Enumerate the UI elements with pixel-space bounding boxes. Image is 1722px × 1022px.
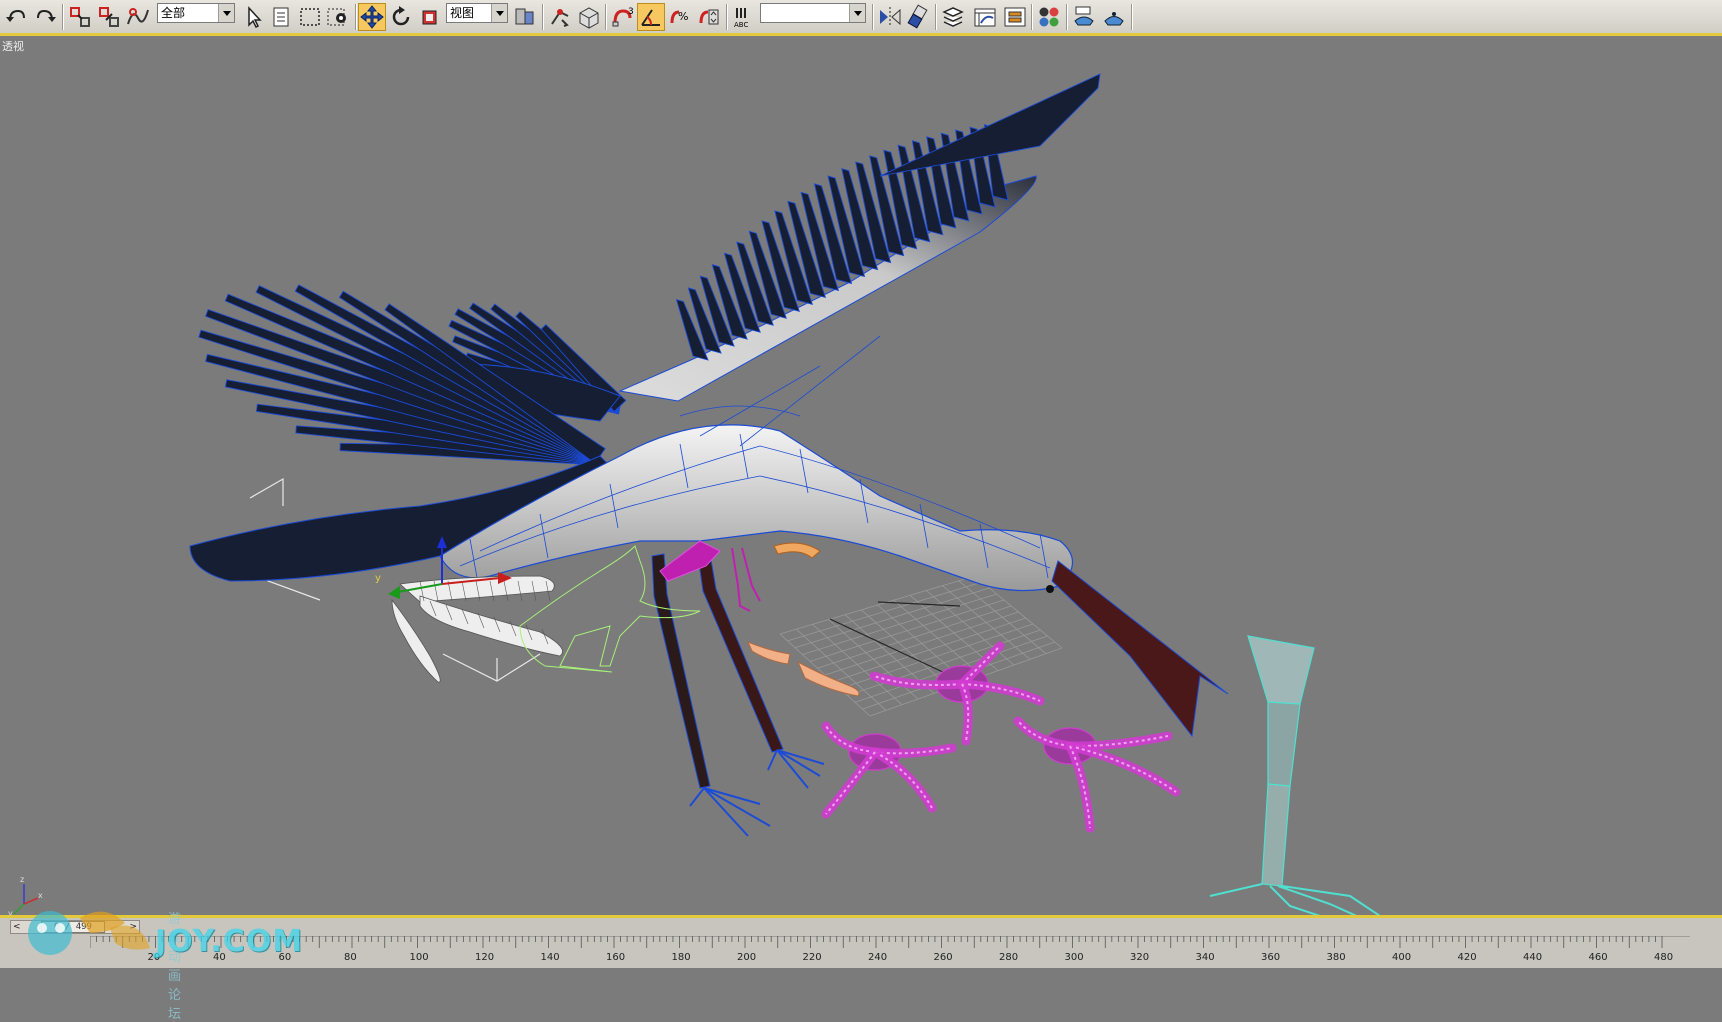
watermark-text: JOY.COM — [155, 924, 304, 959]
chevron-down-icon — [218, 4, 234, 22]
timeline-tick-label: 460 — [1589, 952, 1608, 963]
select-and-rotate-icon[interactable] — [387, 3, 415, 31]
schematic-view-icon[interactable] — [1001, 3, 1029, 31]
reference-coordinate-dropdown[interactable]: 视图 — [446, 3, 508, 23]
svg-text:%: % — [678, 10, 688, 23]
timeline-tick-label: 400 — [1392, 952, 1411, 963]
select-and-move-icon[interactable] — [358, 3, 386, 31]
timeline-tick-label: 260 — [934, 952, 953, 963]
unlink-selection-icon[interactable] — [95, 3, 123, 31]
timeline-tick-label: 160 — [606, 952, 625, 963]
stork-eye — [1046, 585, 1054, 593]
timeline-tick-label: 140 — [541, 952, 560, 963]
redo-icon[interactable] — [31, 3, 59, 31]
select-object-icon[interactable] — [240, 3, 268, 31]
align-icon[interactable] — [905, 3, 933, 31]
angle-snap-toggle-icon[interactable] — [637, 3, 665, 31]
timeline-tick-label: 180 — [672, 952, 691, 963]
timeline-tick-label: 300 — [1065, 952, 1084, 963]
timeline-tick-label: 100 — [410, 952, 429, 963]
stork-beak — [1051, 560, 1229, 738]
stork-legs — [651, 553, 825, 837]
timeline-tick-label: 420 — [1458, 952, 1477, 963]
render-production-icon[interactable] — [1100, 3, 1128, 31]
timeline-tick-label: 280 — [999, 952, 1018, 963]
svg-text:3: 3 — [628, 7, 634, 17]
render-setup-icon[interactable] — [1070, 3, 1098, 31]
orange-limb-part — [773, 542, 821, 559]
timeline-tick-label: 480 — [1654, 952, 1673, 963]
chevron-down-icon — [491, 4, 507, 22]
select-and-scale-icon[interactable] — [416, 3, 444, 31]
viewport-label[interactable]: 透视 — [2, 38, 24, 54]
timeline-tick-label: 440 — [1523, 952, 1542, 963]
svg-text:z: z — [20, 875, 24, 884]
perspective-viewport[interactable]: y z x y 透视 — [0, 36, 1722, 915]
main-toolbar: 全部 视图 3 % ABC — [0, 0, 1722, 36]
material-editor-icon[interactable] — [1035, 3, 1063, 31]
keyboard-shortcut-override-icon[interactable] — [575, 3, 603, 31]
rectangular-selection-region-icon[interactable] — [296, 3, 324, 31]
timeline-tick-label: 340 — [1196, 952, 1215, 963]
timeline-tick-label: 320 — [1130, 952, 1149, 963]
undo-icon[interactable] — [3, 3, 31, 31]
timeline-tick-label: 220 — [803, 952, 822, 963]
select-and-manipulate-icon[interactable] — [546, 3, 574, 31]
white-wing-mesh — [391, 575, 563, 683]
watermark-mascot-icon — [28, 911, 150, 955]
stork-right-wing-feathers — [675, 73, 1101, 361]
timeline-tick-label: 200 — [737, 952, 756, 963]
use-pivot-point-center-icon[interactable] — [511, 3, 539, 31]
bind-to-space-warp-icon[interactable] — [124, 3, 152, 31]
selection-filter-value: 全部 — [161, 6, 186, 20]
timeline-tick-label: 380 — [1327, 952, 1346, 963]
curve-editor-icon[interactable] — [971, 3, 999, 31]
snaps-toggle-icon[interactable]: 3 — [609, 3, 637, 31]
select-and-link-icon[interactable] — [66, 3, 94, 31]
spinner-snap-toggle-icon[interactable] — [695, 3, 723, 31]
svg-text:ABC: ABC — [734, 21, 748, 29]
layer-manager-icon[interactable] — [939, 3, 967, 31]
track-bar-ruler[interactable]: 20 40 60 80 100 120 140 160 180 200 220 240 260 280 30… — [90, 936, 1690, 968]
svg-text:y: y — [375, 573, 381, 584]
selection-filter-dropdown[interactable]: 全部 — [157, 3, 235, 23]
chevron-down-icon — [849, 4, 865, 22]
magenta-claw-2 — [821, 721, 957, 819]
timeline-tick-label: 240 — [868, 952, 887, 963]
cyan-leg-mesh — [1209, 635, 1381, 915]
timeline-tick-label: 120 — [475, 952, 494, 963]
reference-coordinate-value: 视图 — [450, 6, 475, 20]
mirror-icon[interactable] — [876, 3, 904, 31]
percent-snap-toggle-icon[interactable]: % — [666, 3, 694, 31]
named-selection-dropdown[interactable] — [760, 3, 866, 23]
edit-named-selection-sets-icon[interactable]: ABC — [730, 3, 758, 31]
window-crossing-icon[interactable] — [324, 3, 352, 31]
scene-canvas[interactable]: y z x y — [0, 36, 1722, 915]
timeline-tick-label: 360 — [1261, 952, 1280, 963]
magenta-claw-3 — [1013, 716, 1181, 833]
select-by-name-icon[interactable] — [268, 3, 296, 31]
timeline-tick-label: 80 — [344, 952, 357, 963]
